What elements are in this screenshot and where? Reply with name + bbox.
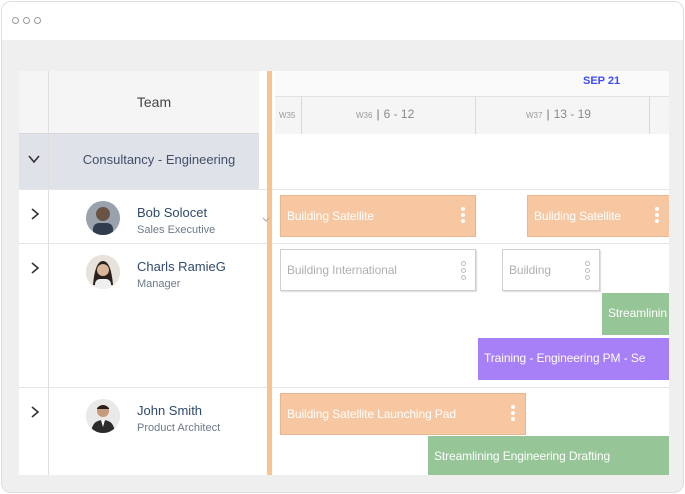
week-cell[interactable]: W37 | 13 - 19 [475, 97, 649, 134]
week-number: W37 [526, 111, 543, 120]
event-label: Building Satellite Launching Pad [287, 407, 456, 421]
week-range: 13 - 19 [553, 107, 591, 121]
person-name[interactable]: Bob Solocet [137, 205, 207, 220]
person-role: Product Architect [137, 422, 221, 434]
row-divider [19, 189, 669, 190]
week-number: W36 [356, 111, 373, 120]
more-options-icon[interactable] [461, 207, 465, 225]
chevron-down-icon[interactable] [27, 152, 41, 169]
row-divider [19, 243, 669, 244]
event-label: Building International [287, 263, 397, 277]
event-bar[interactable]: Building Satellite [527, 195, 669, 237]
avatar [86, 255, 120, 289]
avatar [86, 399, 120, 433]
resource-scheduler: Team Consultancy - Engineering Bob Soloc… [19, 71, 669, 475]
event-bar[interactable]: Streamlining Engineering Drafting [428, 436, 669, 475]
avatar [86, 201, 120, 235]
week-number: W35 [279, 111, 296, 120]
person-role: Sales Executive [137, 224, 216, 236]
event-bar[interactable]: Building [502, 249, 600, 291]
person-name[interactable]: Charls RamieG [137, 259, 226, 274]
event-label: Building Satellite [287, 209, 374, 223]
more-options-icon[interactable] [585, 261, 590, 282]
event-bar[interactable]: Streamlinin [602, 293, 669, 335]
more-options-icon[interactable] [511, 405, 515, 423]
group-row[interactable]: Consultancy - Engineering [19, 134, 259, 189]
event-bar[interactable]: Training - Engineering PM - Se [478, 338, 669, 380]
app-window: Team Consultancy - Engineering Bob Soloc… [1, 1, 684, 493]
event-bar[interactable]: Building Satellite [280, 195, 476, 237]
event-label: Streamlinin [608, 306, 667, 320]
month-label: SEP 21 [583, 75, 621, 87]
splitter-handle-icon[interactable] [262, 215, 270, 225]
week-cell[interactable] [649, 97, 669, 134]
chevron-right-icon[interactable] [29, 207, 41, 224]
window-maximize-dot-icon[interactable] [34, 17, 41, 24]
expander-column-divider [48, 71, 49, 475]
event-bar[interactable]: Building Satellite Launching Pad [280, 393, 526, 435]
more-options-icon[interactable] [655, 207, 659, 225]
window-close-dot-icon[interactable] [12, 17, 19, 24]
event-label: Training - Engineering PM - Se [484, 351, 646, 365]
chevron-right-icon[interactable] [29, 261, 41, 278]
grid-timeline-splitter[interactable] [267, 71, 272, 475]
chevron-right-icon[interactable] [29, 405, 41, 422]
window-titlebar [2, 2, 683, 40]
event-label: Streamlining Engineering Drafting [434, 449, 611, 463]
row-divider [19, 387, 669, 388]
week-range: 6 - 12 [383, 107, 415, 121]
more-options-icon[interactable] [461, 261, 466, 282]
person-name[interactable]: John Smith [137, 403, 202, 418]
week-cell[interactable]: W36 | 6 - 12 [301, 97, 475, 134]
resource-grid-header: Team [19, 71, 259, 134]
window-minimize-dot-icon[interactable] [23, 17, 30, 24]
event-bar[interactable]: Building International [280, 249, 476, 291]
person-role: Manager [137, 278, 181, 290]
team-column-header[interactable]: Team [49, 71, 259, 133]
group-label: Consultancy - Engineering [82, 152, 236, 167]
event-label: Building Satellite [534, 209, 621, 223]
timeline-week-header: W35 W36 | 6 - 12 W37 | 13 - 19 [275, 96, 669, 134]
event-label: Building [509, 263, 551, 277]
